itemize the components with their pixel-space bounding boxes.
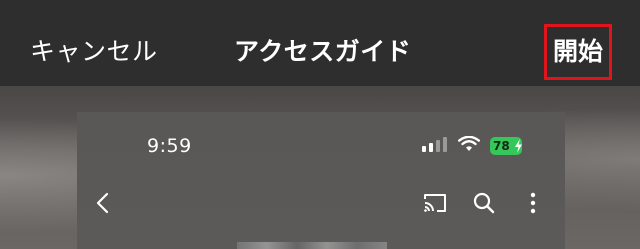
wifi-icon [458,135,480,156]
cast-icon[interactable] [422,190,448,216]
search-icon[interactable] [471,190,497,216]
start-button[interactable]: 開始 [544,24,612,80]
cellular-signal-icon [422,136,448,156]
battery-icon: 78 [490,137,522,155]
start-button-label: 開始 [552,37,603,66]
more-vertical-icon[interactable] [520,190,546,216]
charging-bolt-icon [515,139,522,153]
page-title: アクセスガイド [234,37,412,66]
battery-level: 78 [493,139,510,153]
back-chevron-icon[interactable] [91,190,117,216]
status-icons: 78 [422,134,522,158]
content-thumbnail-strip [237,242,387,249]
cancel-button[interactable]: キャンセル [30,36,158,68]
status-time: 9:59 [147,135,192,157]
guided-access-screen: キャンセル アクセスガイド 開始 9:59 78 [0,0,640,249]
navigation-bar: キャンセル アクセスガイド 開始 [0,0,640,86]
screen-preview[interactable]: 9:59 78 [77,112,565,249]
